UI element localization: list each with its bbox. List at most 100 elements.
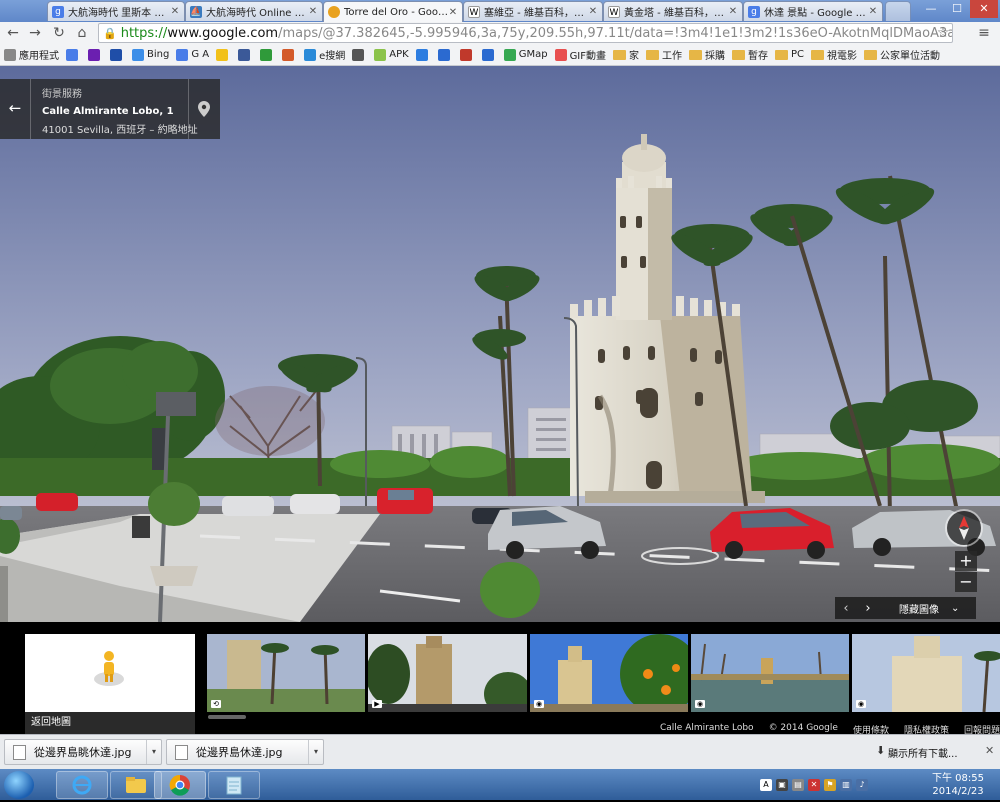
address-bar[interactable]: 🔒 https://www.google.com/maps/@37.382645… xyxy=(98,23,953,43)
compass-icon[interactable] xyxy=(947,511,981,545)
bookmark-item[interactable]: 家 xyxy=(613,47,639,62)
google-g-icon xyxy=(66,48,78,61)
bookmark-icon-only[interactable] xyxy=(216,48,231,61)
close-downloads-bar-icon[interactable]: ✕ xyxy=(985,744,994,757)
start-button[interactable] xyxy=(4,771,34,799)
bookmark-item[interactable]: 應用程式 xyxy=(4,47,59,62)
stack-icon xyxy=(352,48,365,61)
zoom-out-button[interactable]: − xyxy=(955,572,977,592)
return-to-map-thumbnail[interactable] xyxy=(25,634,195,712)
minimize-button[interactable]: — xyxy=(918,0,944,18)
close-tab-icon[interactable]: ✕ xyxy=(170,6,180,17)
maximize-button[interactable]: ☐ xyxy=(944,0,970,18)
bookmark-icon-only[interactable] xyxy=(352,48,367,61)
tab-5[interactable]: W 黃金塔 - 維基百科，自由 ✕ xyxy=(603,1,743,21)
zoom-in-button[interactable]: + xyxy=(955,551,977,571)
yellow-square-icon xyxy=(216,48,229,61)
download-item-1[interactable]: 從邊界島眺休達.jpg ▾ xyxy=(4,739,162,765)
tray-app-icon[interactable]: ▤ xyxy=(792,779,804,791)
volume-icon[interactable]: ♪ xyxy=(856,779,868,791)
url-scheme: https:// xyxy=(120,25,168,41)
close-window-button[interactable]: ✕ xyxy=(970,0,998,18)
bookmark-item[interactable]: G A xyxy=(176,48,209,61)
tray-alert-icon[interactable]: ✕ xyxy=(808,779,820,791)
show-all-downloads-link[interactable]: 顯示所有下載... xyxy=(888,745,958,760)
bookmark-icon-only[interactable] xyxy=(481,48,497,61)
gmap-icon xyxy=(503,48,516,61)
bookmark-item[interactable]: GIF動畫 xyxy=(554,47,606,62)
chrome-menu-icon[interactable]: ≡ xyxy=(975,24,993,42)
reload-button[interactable]: ↻ xyxy=(50,24,68,42)
filmstrip-thumbnail-2[interactable]: ▶ xyxy=(368,634,527,712)
forward-button[interactable]: → xyxy=(26,24,44,42)
bookmark-icon-only[interactable] xyxy=(238,48,253,61)
bookmark-item[interactable]: 公家單位活動 xyxy=(864,47,940,62)
folder-icon xyxy=(811,49,825,60)
bookmark-icon-only[interactable] xyxy=(110,48,125,61)
bookmark-item[interactable]: GMap xyxy=(503,48,548,61)
filmstrip-thumbnail-1[interactable]: ⟲ xyxy=(207,634,365,712)
tab-4[interactable]: W 塞維亞 - 維基百科，自由 ✕ xyxy=(463,1,603,21)
close-tab-icon[interactable]: ✕ xyxy=(588,6,598,17)
back-arrow-icon[interactable]: ← xyxy=(0,79,31,139)
return-to-map-label[interactable]: 返回地圖 xyxy=(25,712,195,734)
map-pin-icon[interactable] xyxy=(188,79,219,139)
bookmark-item[interactable]: 視電影 xyxy=(811,47,857,62)
taskbar-ie-icon[interactable] xyxy=(56,771,108,799)
tray-flag-icon[interactable]: ⚑ xyxy=(824,779,836,791)
video-icon: ▶ xyxy=(372,700,382,708)
new-tab-button[interactable] xyxy=(885,1,911,21)
panorama-image xyxy=(0,66,1000,622)
download-options-chevron-icon[interactable]: ▾ xyxy=(308,740,323,764)
back-button[interactable]: ← xyxy=(4,24,22,42)
folder-icon xyxy=(864,49,878,60)
squiggle-icon xyxy=(459,48,472,61)
tab-1[interactable]: g 大航海時代 里斯本 地圖 ✕ xyxy=(47,1,185,21)
blue-square-icon xyxy=(481,48,494,61)
street-view-panorama[interactable] xyxy=(0,66,1000,622)
close-tab-icon[interactable]: ✕ xyxy=(728,6,738,17)
hide-images-button[interactable]: 隱藏圖像 xyxy=(899,601,939,616)
bookmark-item[interactable]: 暫存 xyxy=(732,47,768,62)
close-tab-icon[interactable]: ✕ xyxy=(868,6,878,17)
bookmark-label: Bing xyxy=(147,49,170,60)
next-arrow-icon[interactable]: › xyxy=(857,601,879,616)
bookmark-icon-only[interactable] xyxy=(459,48,475,61)
bookmark-item[interactable]: e搜網 xyxy=(304,47,345,62)
download-item-2[interactable]: 從邊界島休達.jpg ▾ xyxy=(166,739,324,765)
close-tab-icon[interactable]: ✕ xyxy=(448,7,458,18)
filmstrip-thumbnail-4[interactable]: ◉ xyxy=(691,634,849,712)
download-options-chevron-icon[interactable]: ▾ xyxy=(146,740,161,764)
taskbar-chrome-icon[interactable] xyxy=(154,771,206,799)
filmstrip-thumbnail-5[interactable]: ◉ xyxy=(852,634,1000,712)
previous-arrow-icon[interactable]: ‹ xyxy=(835,601,857,616)
bookmark-item[interactable]: 工作 xyxy=(646,47,682,62)
bookmark-icon-only[interactable] xyxy=(415,48,431,61)
filmstrip-thumbnail-3[interactable]: ◉ xyxy=(530,634,688,712)
chevron-down-icon[interactable]: ⌄ xyxy=(951,603,959,614)
bookmark-icon-only[interactable] xyxy=(88,48,103,61)
bookmark-item[interactable]: 採購 xyxy=(689,47,725,62)
tab-2[interactable]: ⛵ 大航海時代 Online 攻略 ✕ xyxy=(185,1,323,21)
bookmark-icon-only[interactable] xyxy=(66,48,81,61)
ime-icon[interactable]: ▣ xyxy=(776,779,788,791)
close-tab-icon[interactable]: ✕ xyxy=(308,6,318,17)
home-button[interactable]: ⌂ xyxy=(73,24,91,42)
bookmark-star-icon[interactable]: ☆ xyxy=(934,24,952,42)
keyboard-layout-icon[interactable]: A xyxy=(760,779,772,791)
network-icon[interactable]: ▥ xyxy=(840,779,852,791)
street-name: Calle Almirante Lobo, 1 xyxy=(42,106,174,117)
tab-3-active[interactable]: Torre del Oro - Google ✕ xyxy=(323,1,463,22)
bookmark-icon-only[interactable] xyxy=(282,48,297,61)
bookmark-item[interactable]: Bing xyxy=(132,48,170,61)
taskbar-clock[interactable]: 下午 08:55 2014/2/23 xyxy=(930,771,986,800)
bookmark-item[interactable]: APK xyxy=(374,48,409,61)
bookmark-icon-only[interactable] xyxy=(260,48,275,61)
bookmark-icon-only[interactable] xyxy=(437,48,453,61)
bookmark-item[interactable]: PC xyxy=(775,49,804,60)
browser-toolbar: ← → ↻ ⌂ 🔒 https://www.google.com/maps/@3… xyxy=(0,22,1000,44)
filmstrip-scrollbar[interactable] xyxy=(208,715,246,719)
bookmark-label: GMap xyxy=(518,49,548,60)
taskbar-notepad-icon[interactable] xyxy=(208,771,260,799)
tab-6[interactable]: g 休達 景點 - Google 搜尋 ✕ xyxy=(743,1,883,21)
